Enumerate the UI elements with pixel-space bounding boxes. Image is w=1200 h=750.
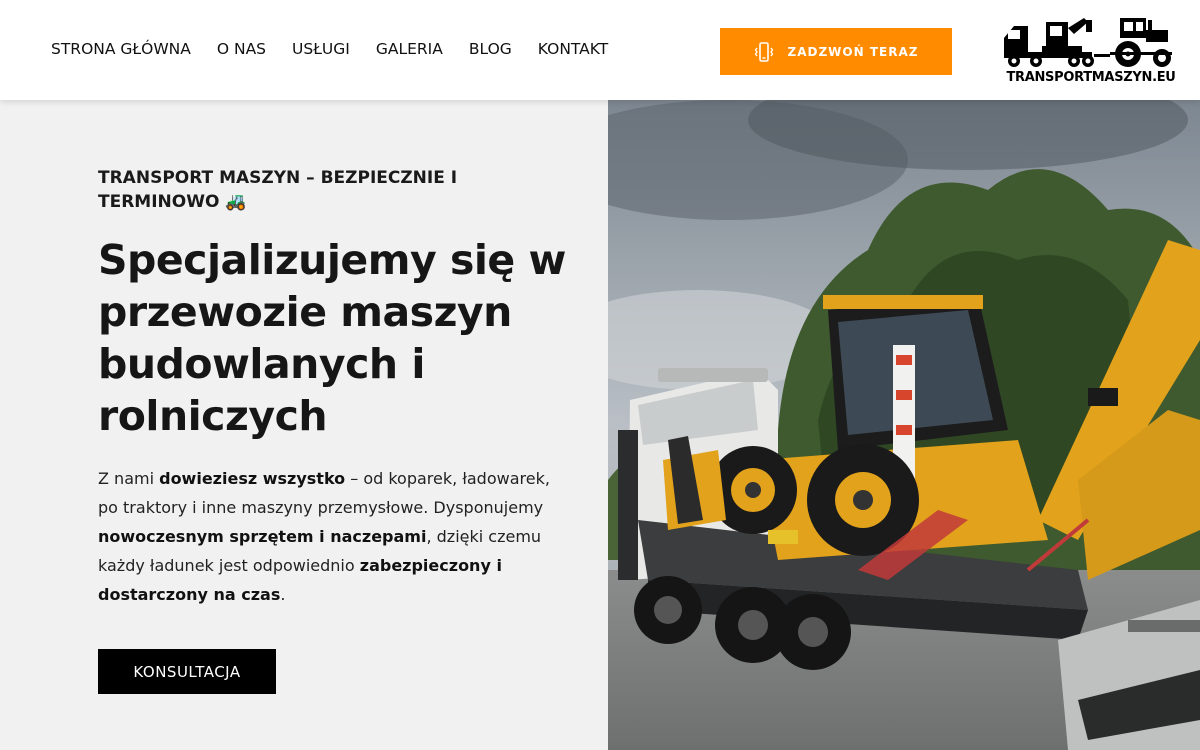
hero-bold-2: nowoczesnym sprzętem i naczepami [98,527,427,546]
hero-bold-1: dowieziesz wszystko [159,469,346,488]
call-now-label: ZADZWOŃ TERAZ [787,44,919,59]
nav-item-gallery[interactable]: GALERIA [376,40,443,58]
hero-headline: Specjalizujemy się w przewozie maszyn bu… [98,236,566,440]
site-logo[interactable]: TRANSPORTMASZYN.EU [1002,14,1180,88]
main-nav: STRONA GŁÓWNA O NAS USŁUGI GALERIA BLOG … [51,40,634,58]
nav-item-home[interactable]: STRONA GŁÓWNA [51,40,191,58]
hero-photo [608,100,1200,750]
hero-description: Z nami dowieziesz wszystko – od koparek,… [98,464,568,609]
hero-content: TRANSPORT MASZYN – BEZPIECZNIE I TERMINO… [0,100,608,750]
nav-item-contact[interactable]: KONTAKT [538,40,608,58]
truck-tractor-logo-icon [1004,18,1172,67]
nav-item-blog[interactable]: BLOG [469,40,512,58]
consultation-button[interactable]: KONSULTACJA [98,649,276,694]
call-now-button[interactable]: ZADZWOŃ TERAZ [720,28,952,75]
site-header: STRONA GŁÓWNA O NAS USŁUGI GALERIA BLOG … [0,0,1200,100]
hero-eyebrow: TRANSPORT MASZYN – BEZPIECZNIE I TERMINO… [98,168,458,212]
hero-text-1: Z nami [98,469,160,488]
nav-item-about[interactable]: O NAS [217,40,266,58]
nav-item-services[interactable]: USŁUGI [292,40,350,58]
phone-vibrate-icon [754,41,773,62]
logo-text: TRANSPORTMASZYN.EU [1006,70,1176,85]
hero-text-4: . [280,585,286,604]
hero-photo-illustration [608,100,1200,750]
